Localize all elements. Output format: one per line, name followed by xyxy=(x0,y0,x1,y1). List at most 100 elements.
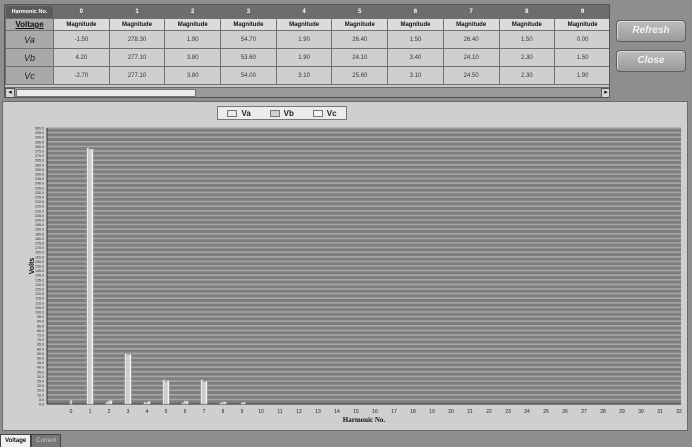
table-cell[interactable]: 26.40 xyxy=(442,30,500,49)
table-cell[interactable]: 1.90 xyxy=(275,48,333,67)
table-cell[interactable]: 3.10 xyxy=(387,66,444,85)
tab-voltage[interactable]: Voltage xyxy=(0,434,32,447)
bar-va xyxy=(124,353,128,405)
table-cell[interactable]: 24.50 xyxy=(442,66,500,85)
table-cell[interactable]: -1.50 xyxy=(53,30,110,49)
refresh-button[interactable]: Refresh xyxy=(616,20,686,42)
y-tick-label: 190.0 xyxy=(35,228,44,232)
y-tick-label: 140.0 xyxy=(35,274,44,278)
y-tick-label: 100.0 xyxy=(35,311,44,315)
table-cell[interactable]: 0.00 xyxy=(554,30,609,49)
table-cell[interactable]: 1.50 xyxy=(498,30,556,49)
bar-va xyxy=(143,402,147,405)
magnitude-header: Magnitude xyxy=(387,18,444,31)
legend-entry-va: Va xyxy=(227,109,251,118)
legend-swatch xyxy=(227,109,238,117)
x-tick-label: 21 xyxy=(467,409,473,415)
table-cell[interactable]: 277.10 xyxy=(108,48,166,67)
bar-vb xyxy=(202,381,206,405)
y-tick-label: 200.0 xyxy=(35,219,44,223)
harmonic-table-panel: Harmonic No. 0 1 2 3 4 5 6 7 8 9 Voltage… xyxy=(4,4,610,98)
y-tick-label: 230.0 xyxy=(35,191,44,195)
table-cell[interactable]: 4.20 xyxy=(53,48,110,67)
harmonics-window: Harmonic No. 0 1 2 3 4 5 6 7 8 9 Voltage… xyxy=(0,0,692,447)
corner-label: Harmonic No. xyxy=(5,5,54,19)
table-cell[interactable]: 53.60 xyxy=(220,48,277,67)
y-tick-label: 180.0 xyxy=(35,237,44,241)
legend-label: Vb xyxy=(283,108,294,118)
table-cell[interactable]: 24.10 xyxy=(442,48,500,67)
table-cell[interactable]: 1.90 xyxy=(164,30,222,49)
x-tick-label: 18 xyxy=(410,409,416,415)
x-tick-label: 30 xyxy=(638,409,644,415)
scroll-right-arrow-icon[interactable]: ▸ xyxy=(601,88,609,97)
magnitude-header-row: Voltage Magnitude Magnitude Magnitude Ma… xyxy=(5,18,609,31)
x-tick-label: 12 xyxy=(296,409,302,415)
bar-vb xyxy=(164,381,168,405)
table-cell[interactable]: 25.60 xyxy=(331,66,389,85)
x-tick-label: 27 xyxy=(581,409,587,415)
table-cell[interactable]: 54.00 xyxy=(220,66,277,85)
bar-vc xyxy=(90,148,94,405)
x-tick-label: 16 xyxy=(372,409,378,415)
x-tick-label: 9 xyxy=(241,409,244,415)
bar-vc xyxy=(242,402,246,405)
y-tick-label: 220.0 xyxy=(35,200,44,204)
bar-va xyxy=(200,379,204,405)
magnitude-header: Magnitude xyxy=(275,18,333,31)
table-cell[interactable]: 2.30 xyxy=(498,66,556,85)
legend-entry-vc: Vc xyxy=(312,109,337,118)
bar-vb xyxy=(88,148,92,405)
y-tick-label: 70.0 xyxy=(37,338,44,342)
y-tick-label: 35.0 xyxy=(37,370,44,374)
tab-current[interactable]: Current xyxy=(31,434,62,447)
table-cell[interactable]: 278.30 xyxy=(108,30,166,49)
y-tick-label: 45.0 xyxy=(37,361,44,365)
table-cell[interactable]: 3.40 xyxy=(387,48,444,67)
x-tick-label: 29 xyxy=(619,409,625,415)
close-button[interactable]: Close xyxy=(616,50,686,72)
x-tick-label: 28 xyxy=(600,409,606,415)
table-cell[interactable]: 54.70 xyxy=(220,30,277,49)
y-tick-label: 195.0 xyxy=(35,223,44,227)
table-cell[interactable]: 1.50 xyxy=(387,30,444,49)
table-cell[interactable]: 3.80 xyxy=(164,48,222,67)
scroll-left-arrow-icon[interactable]: ◂ xyxy=(5,88,15,97)
y-tick-label: 85.0 xyxy=(37,324,44,328)
table-cell[interactable]: 277.10 xyxy=(108,66,166,85)
harmonic-header: 1 xyxy=(108,5,166,19)
table-cell[interactable]: 1.90 xyxy=(554,66,609,85)
magnitude-header: Magnitude xyxy=(498,18,556,31)
y-tick-label: 185.0 xyxy=(35,232,44,236)
bar-vc xyxy=(109,400,113,405)
table-cell[interactable]: 2.30 xyxy=(498,48,556,67)
x-tick-label: 10 xyxy=(258,409,264,415)
x-tick-label: 8 xyxy=(222,409,225,415)
bar-vb xyxy=(126,354,130,405)
y-tick-label: 110.0 xyxy=(35,301,44,305)
table-cell[interactable]: 24.10 xyxy=(331,48,389,67)
y-tick-label: 125.0 xyxy=(35,288,44,292)
table-cell[interactable]: -2.70 xyxy=(53,66,110,85)
table-cell[interactable]: 3.10 xyxy=(275,66,333,85)
table-cell[interactable]: 1.90 xyxy=(275,30,333,49)
legend-swatch xyxy=(269,109,280,117)
magnitude-header: Magnitude xyxy=(53,18,110,31)
x-tick-label: 0 xyxy=(70,409,73,415)
y-tick-label: 275.0 xyxy=(35,150,44,154)
x-tick-label: 25 xyxy=(543,409,549,415)
table-cell[interactable]: 3.80 xyxy=(164,66,222,85)
scrollbar-thumb[interactable] xyxy=(16,89,196,97)
x-tick-label: 1 xyxy=(89,409,92,415)
y-tick-label: 255.0 xyxy=(35,168,44,172)
bar-vb xyxy=(221,401,225,405)
harmonic-header: 3 xyxy=(220,5,277,19)
row-label: Vc xyxy=(5,66,54,85)
harmonic-bar-chart: 0.05.010.015.020.025.030.035.040.045.050… xyxy=(29,127,682,425)
bar-vb xyxy=(107,400,111,405)
y-tick-label: 15.0 xyxy=(37,389,44,393)
table-cell[interactable]: 1.50 xyxy=(554,48,609,67)
table-cell[interactable]: 26.40 xyxy=(331,30,389,49)
horizontal-scrollbar[interactable]: ◂ ▸ xyxy=(5,87,609,97)
y-tick-label: 0.0 xyxy=(39,403,44,407)
